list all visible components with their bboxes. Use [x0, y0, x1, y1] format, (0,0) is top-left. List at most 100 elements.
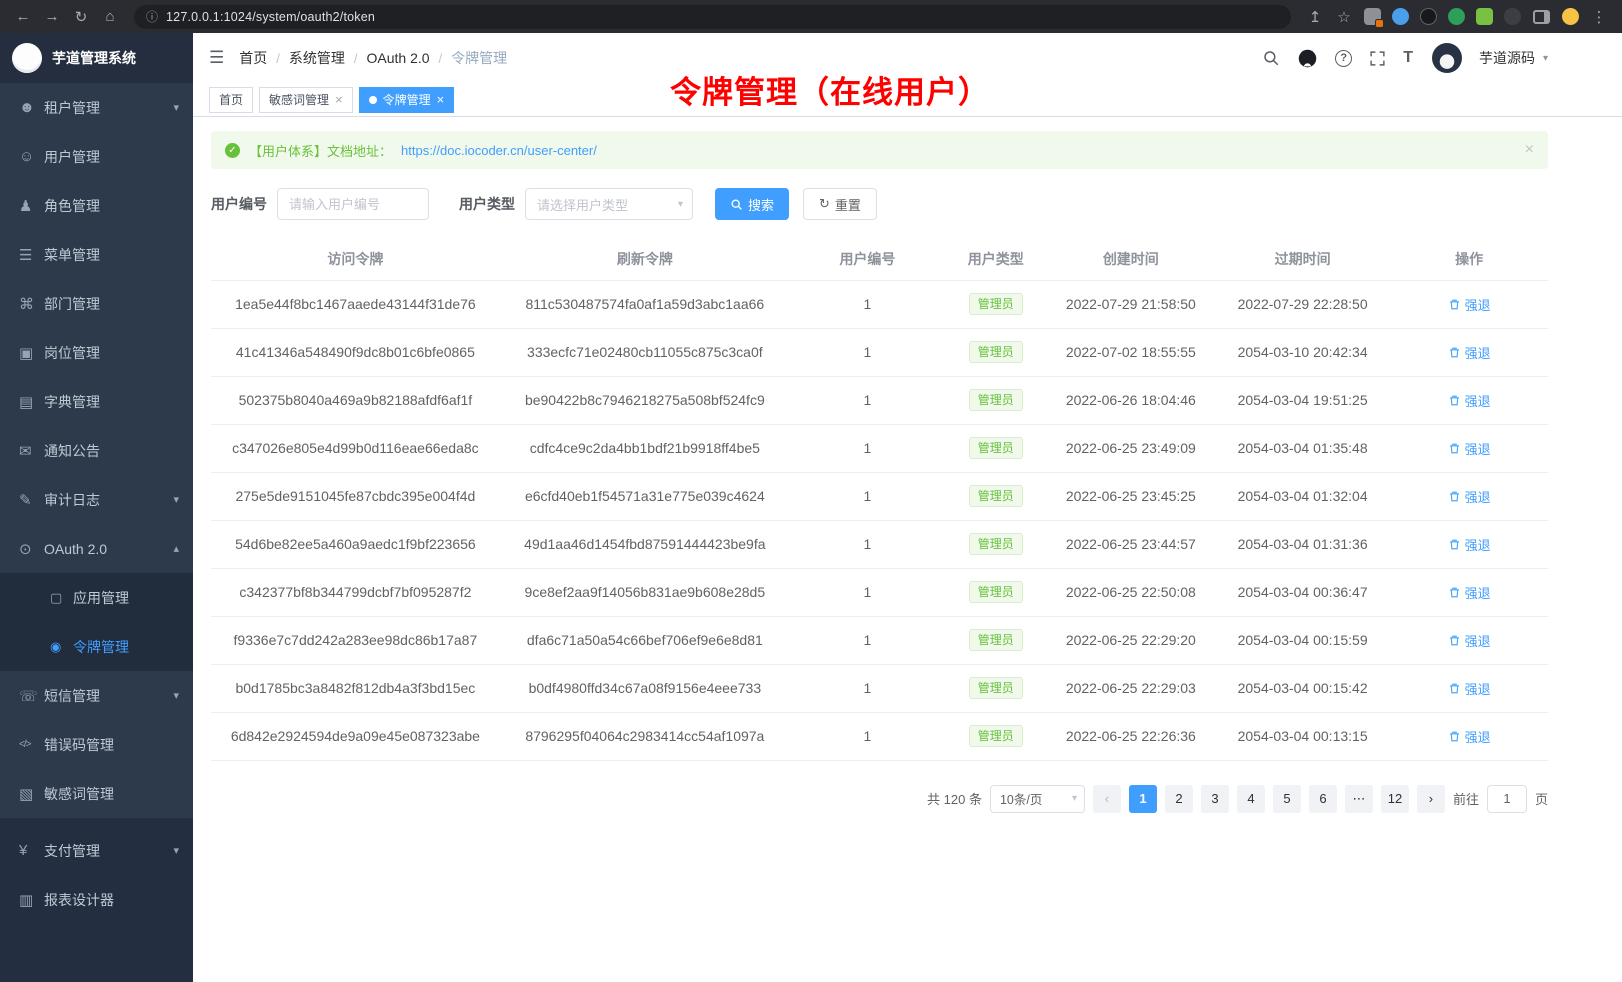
extension-icon-badged[interactable]	[1364, 8, 1381, 25]
success-check-icon: ✓	[225, 143, 240, 158]
sidebar-item-error-code[interactable]: </> 错误码管理	[0, 720, 193, 769]
sidebar-item-role[interactable]: ♟ 角色管理	[0, 181, 193, 230]
sidebar-item-label: 通知公告	[44, 441, 179, 461]
sidebar-item-post[interactable]: ▣ 岗位管理	[0, 328, 193, 377]
forward-icon[interactable]: →	[39, 4, 65, 30]
force-logout-button[interactable]: 强退	[1448, 391, 1491, 410]
force-logout-button[interactable]: 强退	[1448, 535, 1491, 554]
created-time-cell: 2022-06-25 22:26:36	[1047, 712, 1215, 760]
sidebar-item-dict[interactable]: ▤ 字典管理	[0, 377, 193, 426]
side-panel-icon[interactable]	[1533, 10, 1550, 24]
created-time-cell: 2022-07-29 21:58:50	[1047, 280, 1215, 328]
sidebar-item-user[interactable]: ☺ 用户管理	[0, 132, 193, 181]
extension-icon-green[interactable]	[1448, 8, 1465, 25]
app-logo[interactable]: 芋道管理系统	[0, 33, 193, 83]
font-size-icon[interactable]: T	[1403, 49, 1413, 67]
next-page-button[interactable]: ›	[1417, 785, 1445, 813]
sidebar-subitem-token[interactable]: ◉ 令牌管理	[0, 622, 193, 671]
user-type-select[interactable]: 请选择用户类型 ▾	[525, 188, 693, 220]
breadcrumb: 首页 / 系统管理 / OAuth 2.0 / 令牌管理	[239, 48, 507, 68]
page-button-2[interactable]: 2	[1165, 785, 1193, 813]
breadcrumb-item[interactable]: 系统管理	[289, 48, 345, 68]
sidebar-item-sms[interactable]: ☏ 短信管理 ▾	[0, 671, 193, 720]
address-bar[interactable]: ⓘ 127.0.0.1:1024/system/oauth2/token	[134, 5, 1291, 29]
page-button-6[interactable]: 6	[1309, 785, 1337, 813]
user-type-tag: 管理员	[969, 293, 1023, 315]
delete-icon	[1448, 490, 1461, 503]
site-info-icon[interactable]: ⓘ	[146, 8, 158, 25]
extension-icon-dark[interactable]	[1420, 8, 1437, 25]
back-icon[interactable]: ←	[10, 4, 36, 30]
reset-button[interactable]: ↻ 重置	[803, 188, 877, 220]
force-logout-button[interactable]: 强退	[1448, 727, 1491, 746]
paw-extension-icon[interactable]	[1504, 8, 1521, 25]
tenant-icon: ☻	[19, 99, 44, 116]
sidebar-item-oauth[interactable]: ⊙ OAuth 2.0 ▴	[0, 524, 193, 573]
browser-toolbar: ← → ↻ ⌂ ⓘ 127.0.0.1:1024/system/oauth2/t…	[0, 0, 1622, 33]
breadcrumb-item[interactable]: 首页	[239, 48, 267, 68]
sidebar-subitem-app[interactable]: ▢ 应用管理	[0, 573, 193, 622]
home-icon[interactable]: ⌂	[97, 4, 123, 30]
extension-icon-blue[interactable]	[1392, 8, 1409, 25]
created-time-cell: 2022-07-02 18:55:55	[1047, 328, 1215, 376]
page-button-12[interactable]: 12	[1381, 785, 1409, 813]
pagination: 共 120 条 10条/页 ▾ ‹ 1 2 3 4 5 6 ⋯ 12 › 前往	[211, 785, 1548, 813]
delete-icon	[1448, 298, 1461, 311]
help-icon[interactable]: ?	[1335, 50, 1352, 67]
tab-close-icon[interactable]: ×	[335, 93, 343, 106]
sidebar-item-sensitive-word[interactable]: ▧ 敏感词管理	[0, 769, 193, 818]
page-button-3[interactable]: 3	[1201, 785, 1229, 813]
more-pages-button[interactable]: ⋯	[1345, 785, 1373, 813]
user-type-tag: 管理员	[969, 677, 1023, 699]
github-icon[interactable]	[1297, 48, 1318, 69]
alert-close-icon[interactable]: ×	[1525, 141, 1534, 159]
sidebar-toggle-icon[interactable]: ☰	[209, 48, 224, 68]
page-button-5[interactable]: 5	[1273, 785, 1301, 813]
main-area: ☰ 首页 / 系统管理 / OAuth 2.0 / 令牌管理 ? T	[193, 33, 1622, 982]
force-logout-button[interactable]: 强退	[1448, 487, 1491, 506]
user-id-cell: 1	[790, 328, 945, 376]
table-row: c342377bf8b344799dcbf7bf095287f2 9ce8ef2…	[211, 568, 1548, 616]
user-name[interactable]: 芋道源码	[1479, 48, 1535, 68]
bookmark-star-icon[interactable]: ☆	[1331, 4, 1357, 30]
refresh-token-cell: 333ecfc71e02480cb11055c875c3ca0f	[500, 328, 790, 376]
breadcrumb-item[interactable]: OAuth 2.0	[367, 50, 430, 66]
force-logout-button[interactable]: 强退	[1448, 295, 1491, 314]
sidebar-item-notice[interactable]: ✉ 通知公告	[0, 426, 193, 475]
profile-avatar[interactable]	[1562, 8, 1579, 25]
doc-link[interactable]: https://doc.iocoder.cn/user-center/	[401, 143, 597, 158]
page-button-1[interactable]: 1	[1129, 785, 1157, 813]
tab-sensitive-word[interactable]: 敏感词管理 ×	[259, 87, 353, 113]
goto-page-input[interactable]	[1487, 785, 1527, 813]
force-logout-button[interactable]: 强退	[1448, 583, 1491, 602]
menu-kebab-icon[interactable]: ⋮	[1586, 4, 1612, 30]
caret-down-icon[interactable]: ▾	[1543, 53, 1548, 64]
col-actions: 操作	[1390, 239, 1548, 280]
tag-tabs-bar: 首页 敏感词管理 × 令牌管理 ×	[193, 83, 1622, 117]
chevron-down-icon: ▾	[173, 844, 179, 857]
sidebar-item-dept[interactable]: ⌘ 部门管理	[0, 279, 193, 328]
sidebar-item-tenant[interactable]: ☻ 租户管理 ▾	[0, 83, 193, 132]
tab-token[interactable]: 令牌管理 ×	[359, 87, 455, 113]
sidebar-item-report-designer[interactable]: ▥ 报表设计器	[0, 875, 193, 924]
force-logout-button[interactable]: 强退	[1448, 631, 1491, 650]
prev-page-button[interactable]: ‹	[1093, 785, 1121, 813]
search-icon[interactable]	[1262, 49, 1280, 67]
force-logout-button[interactable]: 强退	[1448, 439, 1491, 458]
sidebar-item-menu[interactable]: ☰ 菜单管理	[0, 230, 193, 279]
sidebar-item-pay[interactable]: ¥ 支付管理 ▾	[0, 826, 193, 875]
force-logout-button[interactable]: 强退	[1448, 679, 1491, 698]
force-logout-button[interactable]: 强退	[1448, 343, 1491, 362]
puzzle-extension-icon[interactable]	[1476, 8, 1493, 25]
fullscreen-icon[interactable]	[1369, 50, 1386, 67]
page-button-4[interactable]: 4	[1237, 785, 1265, 813]
share-icon[interactable]: ↥	[1302, 4, 1328, 30]
tab-home[interactable]: 首页	[209, 87, 253, 113]
user-avatar[interactable]	[1432, 43, 1462, 73]
page-size-select[interactable]: 10条/页 ▾	[990, 785, 1085, 813]
reload-icon[interactable]: ↻	[68, 4, 94, 30]
search-button[interactable]: 搜索	[715, 188, 789, 220]
sidebar-item-audit-log[interactable]: ✎ 审计日志 ▾	[0, 475, 193, 524]
tab-close-icon[interactable]: ×	[437, 93, 445, 106]
user-id-input[interactable]	[277, 188, 429, 220]
